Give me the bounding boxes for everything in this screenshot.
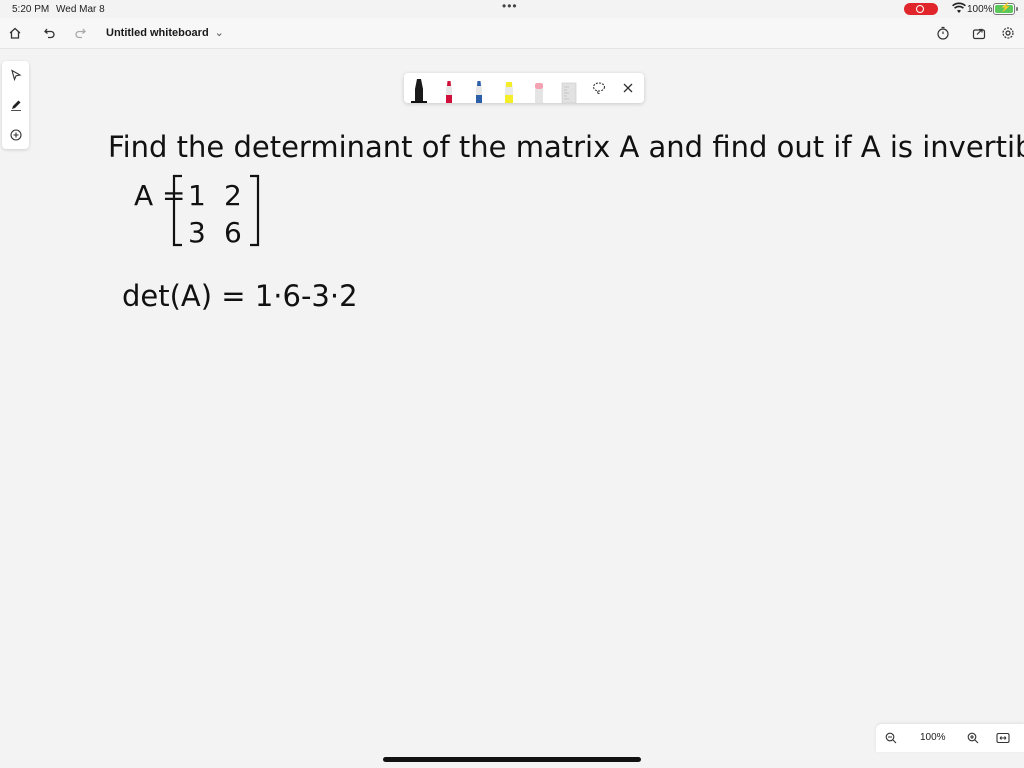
status-date: Wed Mar 8 [56,4,105,15]
whiteboard-canvas[interactable] [0,49,1024,749]
zoom-in-icon[interactable] [964,730,982,746]
blue-pen-icon[interactable] [470,77,488,103]
wifi-icon [952,2,966,17]
redo-icon[interactable] [70,23,90,43]
zoom-level[interactable]: 100% [920,732,946,743]
yellow-highlighter-icon[interactable] [500,77,518,103]
battery-percent: 100% [967,4,993,15]
app-toolbar: Untitled whiteboard ⌄ [0,18,1024,49]
ink-tool-tray [404,73,644,103]
pen-tool-icon[interactable] [6,95,26,115]
battery-icon: ⚡ [993,2,1018,15]
undo-icon[interactable] [40,23,60,43]
close-icon[interactable] [619,79,637,97]
lasso-select-icon[interactable] [590,79,608,97]
zoom-out-icon[interactable] [882,730,900,746]
status-bar: 5:20 PM Wed Mar 8 ••• 100% ⚡ [0,0,1024,18]
multitasking-dots-icon[interactable]: ••• [502,0,518,13]
fit-to-screen-icon[interactable] [994,730,1012,746]
whiteboard-title-button[interactable]: Untitled whiteboard ⌄ [106,26,224,39]
whiteboard-title: Untitled whiteboard [106,27,209,39]
screen-recording-icon[interactable] [904,3,938,15]
red-pen-icon[interactable] [440,77,458,103]
share-icon[interactable] [969,23,989,43]
zoom-controls: 100% [876,724,1024,752]
black-pen-icon[interactable] [410,77,428,103]
home-icon[interactable] [5,23,25,43]
timer-icon[interactable] [933,23,953,43]
status-time: 5:20 PM [12,4,50,15]
eraser-icon[interactable] [530,77,548,103]
select-pointer-icon[interactable] [6,65,26,85]
add-icon[interactable] [6,125,26,145]
home-indicator[interactable] [383,757,641,762]
ruler-icon[interactable] [560,77,578,103]
left-tool-rail [2,61,29,149]
settings-gear-icon[interactable] [998,23,1018,43]
chevron-down-icon: ⌄ [214,27,224,39]
